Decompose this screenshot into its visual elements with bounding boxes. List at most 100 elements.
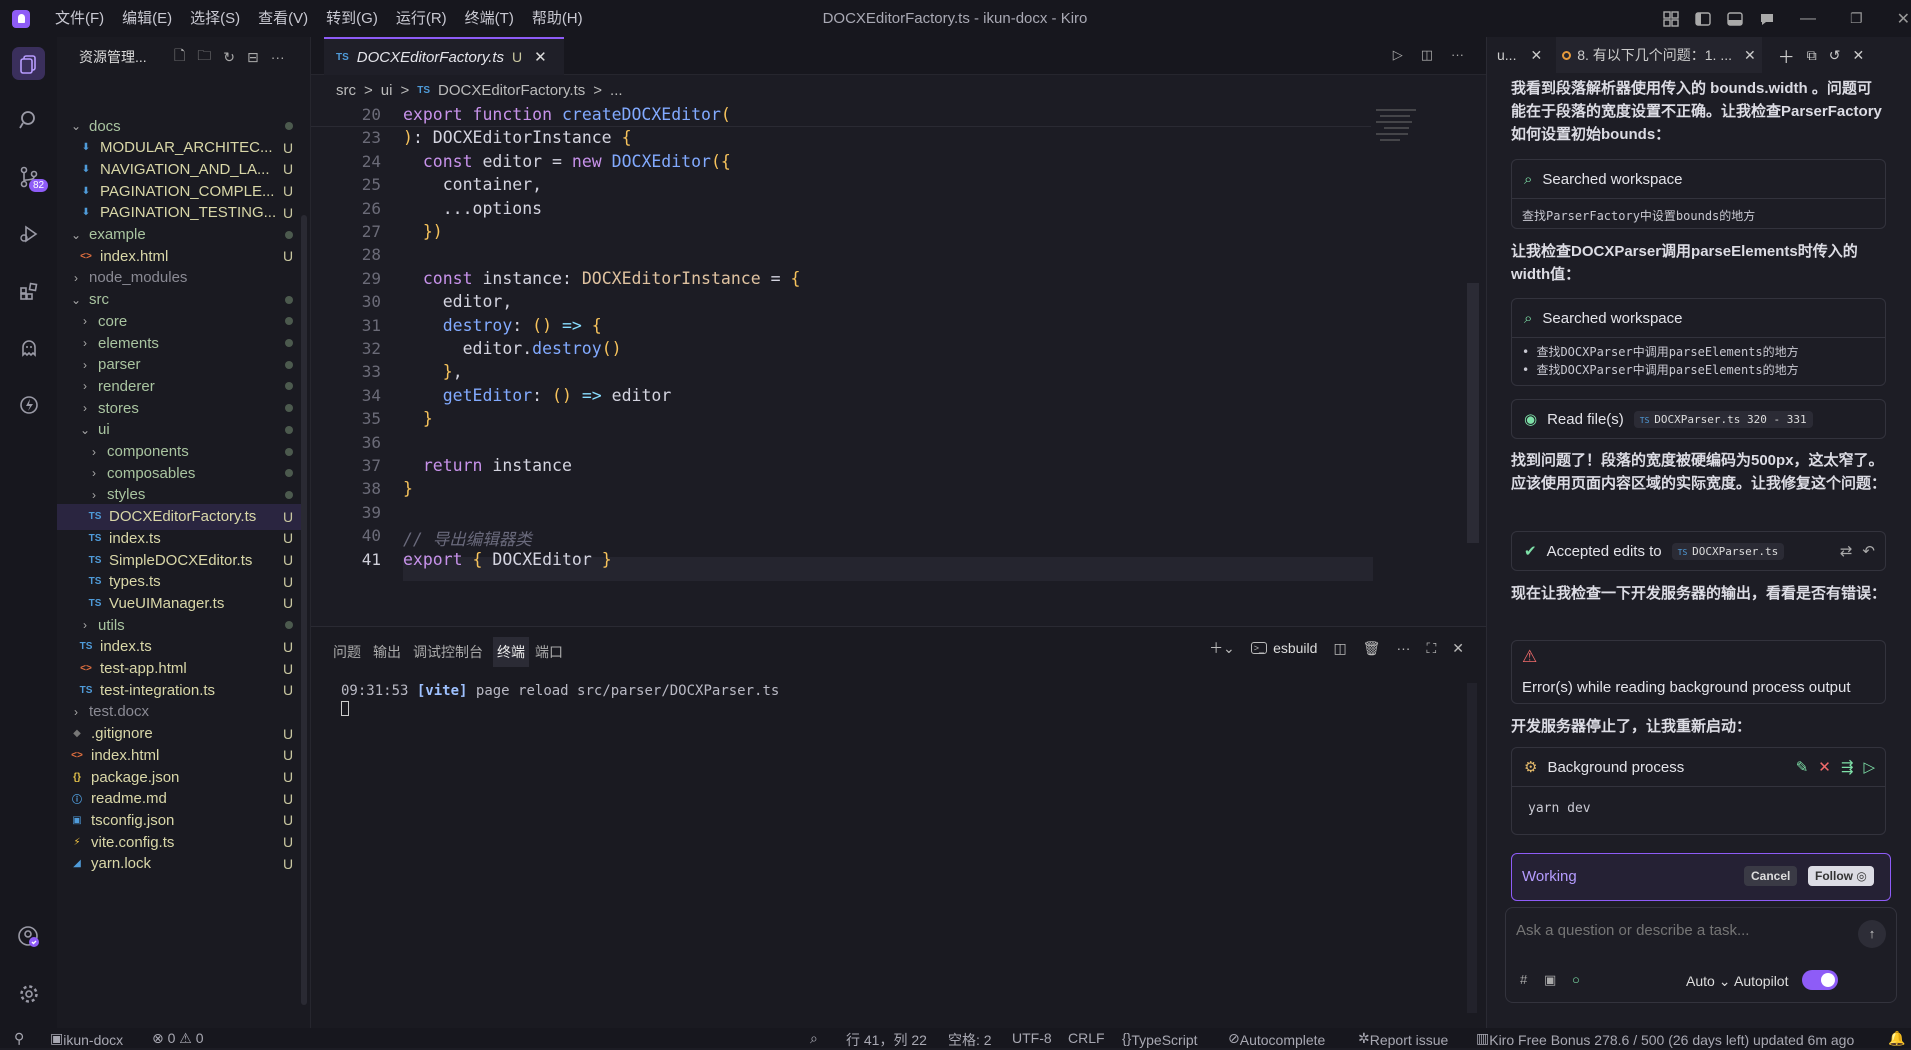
refresh-icon[interactable]: ↻ — [223, 49, 235, 66]
split-terminal-icon[interactable]: ◫ — [1333, 640, 1346, 657]
editor-more-icon[interactable]: ··· — [1451, 47, 1464, 63]
new-folder-icon[interactable]: 🗀 — [197, 45, 211, 69]
read-file-card[interactable]: ◉ Read file(s) TS DOCXParser.ts 320 - 331 — [1511, 399, 1886, 439]
panel-more-icon[interactable]: ··· — [1396, 640, 1410, 656]
menu-run[interactable]: 运行(R) — [387, 0, 456, 37]
explorer-scrollbar[interactable] — [301, 215, 307, 1005]
remote-icon[interactable]: ⚲ — [14, 1030, 24, 1047]
tab-docxeditorfactory[interactable]: TS DOCXEditorFactory.ts U ✕ — [324, 37, 564, 75]
repo-name[interactable]: ▣ ikun-docx — [50, 1030, 123, 1048]
problems-count[interactable]: ⊗ 0 ⚠ 0 — [152, 1030, 204, 1047]
tab-problems[interactable]: 问题 — [333, 642, 361, 662]
file-item[interactable]: ◢ yarn.lock U — [57, 851, 307, 877]
new-file-icon[interactable]: 🗋 — [174, 45, 185, 69]
editor-scrollbar[interactable] — [1467, 283, 1479, 543]
toggle-panel-icon[interactable] — [1726, 10, 1744, 28]
crumb-src[interactable]: src — [336, 82, 356, 99]
tab-terminal[interactable]: 终端 — [493, 637, 529, 667]
tab-ports[interactable]: 端口 — [535, 642, 563, 662]
close-chat-tab-icon[interactable]: ✕ — [1530, 47, 1542, 64]
chat-input[interactable] — [1516, 922, 1846, 939]
indentation[interactable]: 空格: 2 — [948, 1030, 992, 1050]
menu-selection[interactable]: 选择(S) — [181, 0, 249, 37]
kiro-ghost-icon[interactable] — [12, 331, 45, 364]
chat-tab-active[interactable]: 8. 有以下几个问题：1. ... ✕ — [1556, 37, 1762, 73]
kiro-logo-icon[interactable] — [12, 9, 30, 28]
chat-toggle-icon[interactable] — [1758, 10, 1776, 28]
menu-go[interactable]: 转到(G) — [317, 0, 387, 37]
settings-gear-icon[interactable] — [12, 977, 45, 1010]
close-window-icon[interactable]: ✕ — [1897, 9, 1910, 29]
menu-help[interactable]: 帮助(H) — [523, 0, 592, 37]
code-editor[interactable]: 20 export function createDOCXEditor(23): … — [311, 103, 1481, 623]
maximize-panel-icon[interactable]: ⛶ — [1426, 640, 1436, 657]
autopilot-toggle[interactable] — [1802, 970, 1838, 990]
run-icon[interactable]: ▷ — [1863, 758, 1875, 776]
close-tab-icon[interactable]: ✕ — [534, 48, 547, 66]
terminal-name[interactable]: esbuild — [1273, 640, 1317, 656]
report-issue[interactable]: ✲ Report issue — [1358, 1030, 1448, 1048]
dev-icon[interactable]: ⇶ — [1841, 758, 1854, 776]
status-circle-icon[interactable]: ○ — [1572, 972, 1580, 987]
image-attach-icon[interactable]: ▣ — [1544, 972, 1556, 988]
minimap[interactable] — [1366, 103, 1456, 183]
run-debug-icon[interactable] — [12, 217, 45, 250]
menu-edit[interactable]: 编辑(E) — [113, 0, 181, 37]
collapse-all-icon[interactable]: ⊟ — [247, 49, 259, 66]
toggle-sidebar-icon[interactable] — [1694, 10, 1712, 28]
minimize-icon[interactable]: — — [1800, 10, 1816, 28]
send-button[interactable]: ↑ — [1858, 920, 1886, 948]
menu-file[interactable]: 文件(F) — [46, 0, 113, 37]
follow-button[interactable]: Follow ◎ — [1808, 866, 1874, 886]
revert-icon[interactable]: ↶ — [1862, 542, 1875, 560]
plan-usage[interactable]: ▥ Kiro Free Bonus 278.6 / 500 (26 days l… — [1476, 1030, 1854, 1048]
chat-history-icon[interactable]: ⧉ — [1807, 47, 1817, 64]
bolt-icon[interactable] — [12, 388, 45, 421]
explorer-icon[interactable] — [12, 47, 45, 80]
terminal-output[interactable]: 09:31:53 [vite] page reload src/parser/D… — [341, 683, 779, 716]
line-endings[interactable]: CRLF — [1068, 1030, 1105, 1046]
zoom-icon[interactable]: ⌕ — [810, 1030, 818, 1047]
crumb-symbol[interactable]: ... — [610, 82, 623, 99]
encoding[interactable]: UTF-8 — [1012, 1030, 1052, 1046]
menu-view[interactable]: 查看(V) — [249, 0, 317, 37]
chat-tab-prev[interactable]: u... — [1497, 47, 1516, 63]
account-icon[interactable] — [12, 920, 45, 953]
close-active-tab-icon[interactable]: ✕ — [1744, 47, 1756, 64]
autocomplete-status[interactable]: ⊘ Autocomplete — [1228, 1030, 1325, 1048]
background-process-card[interactable]: ⚙ Background process ✎ ✕ ⇶ ▷ yarn dev — [1511, 747, 1886, 835]
extensions-icon[interactable] — [12, 274, 45, 307]
split-editor-icon[interactable]: ◫ — [1421, 47, 1433, 63]
new-terminal-icon[interactable]: ＋⌄ — [1209, 638, 1235, 658]
search-result-card[interactable]: ⌕ Searched workspace 查找ParserFactory中设置bo… — [1511, 159, 1886, 229]
tab-output[interactable]: 输出 — [373, 642, 401, 662]
cancel-button[interactable]: Cancel — [1744, 866, 1798, 886]
language-mode[interactable]: {} TypeScript — [1122, 1030, 1198, 1048]
maximize-icon[interactable]: ❐ — [1850, 10, 1863, 27]
run-file-icon[interactable]: ▷ — [1393, 47, 1403, 63]
file-pill[interactable]: TS DOCXParser.ts 320 - 331 — [1633, 410, 1813, 428]
terminal-scrollbar[interactable] — [1467, 683, 1477, 1013]
stop-icon[interactable]: ✕ — [1818, 758, 1831, 776]
close-panel-icon[interactable]: ✕ — [1452, 640, 1464, 657]
crumb-ui[interactable]: ui — [381, 82, 393, 99]
source-control-icon[interactable]: 82 — [12, 160, 49, 193]
tab-debug-console[interactable]: 调试控制台 — [413, 642, 483, 662]
hash-context-icon[interactable]: # — [1520, 972, 1527, 987]
notifications-icon[interactable]: 🔔 — [1888, 1030, 1905, 1047]
edit-icon[interactable]: ✎ — [1796, 758, 1809, 776]
new-chat-icon[interactable]: ＋ — [1778, 43, 1795, 68]
chat-refresh-icon[interactable]: ↺ — [1829, 47, 1841, 64]
menu-terminal[interactable]: 终端(T) — [456, 0, 523, 37]
crumb-file[interactable]: DOCXEditorFactory.ts — [438, 82, 585, 99]
close-chat-icon[interactable]: ✕ — [1852, 47, 1864, 64]
more-actions-icon[interactable]: ··· — [271, 49, 285, 65]
cursor-position[interactable]: 行 41，列 22 — [846, 1030, 927, 1050]
layout-customize-icon[interactable] — [1662, 10, 1680, 28]
accepted-edits-card[interactable]: ✔ Accepted edits to TS DOCXParser.ts ⇄ ↶ — [1511, 531, 1886, 571]
mode-select[interactable]: Auto ⌄ — [1686, 973, 1730, 990]
file-pill[interactable]: TS DOCXParser.ts — [1671, 542, 1785, 560]
search-result-card[interactable]: ⌕ Searched workspace • 查找DOCXParser中调用par… — [1511, 298, 1886, 386]
diff-icon[interactable]: ⇄ — [1840, 542, 1853, 560]
search-icon[interactable] — [12, 103, 45, 136]
